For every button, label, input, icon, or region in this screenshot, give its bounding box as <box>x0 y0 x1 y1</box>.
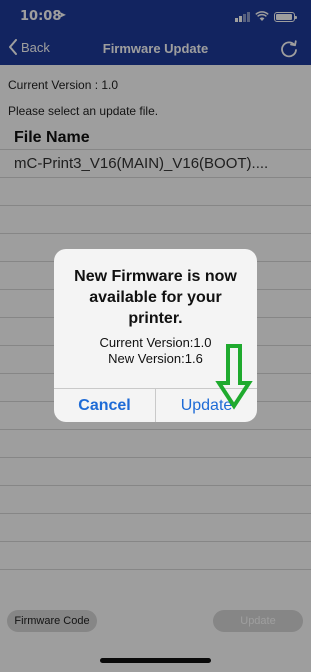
alert-title: New Firmware is now available for your p… <box>74 268 237 327</box>
alert-cancel-button[interactable]: Cancel <box>54 389 156 422</box>
down-arrow-annotation-icon <box>215 344 253 410</box>
